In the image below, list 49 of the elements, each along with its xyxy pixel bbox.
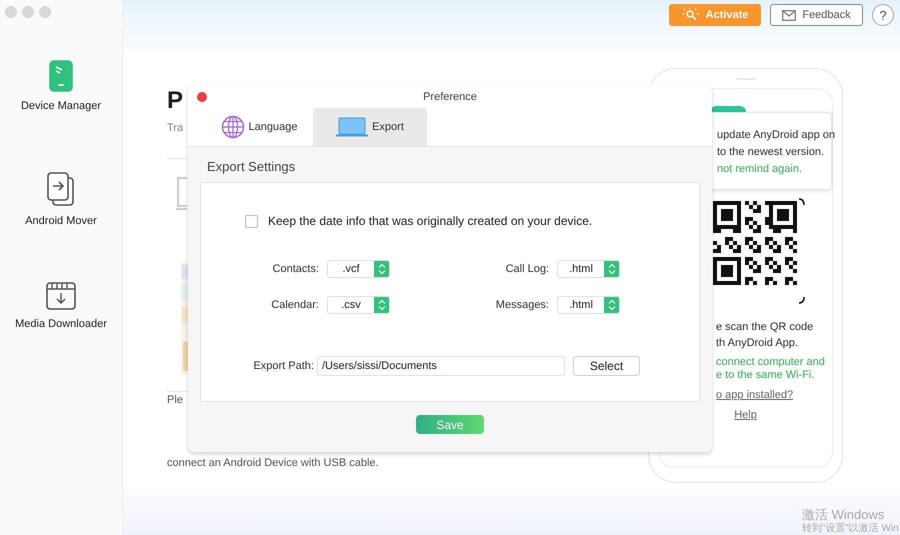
activation-notice: 转到“设置”以激活 Win bbox=[802, 523, 900, 535]
transfer-icon bbox=[45, 171, 77, 207]
format-label: Contacts: bbox=[272, 263, 319, 275]
phone-icon bbox=[49, 60, 73, 92]
hint-text: Ple bbox=[167, 393, 183, 408]
video-download-icon bbox=[46, 282, 76, 310]
mail-icon bbox=[782, 10, 796, 20]
instruction-text: th AnyDroid App. bbox=[716, 336, 798, 351]
select-button[interactable]: Select bbox=[573, 356, 640, 376]
instruction-text: e scan the QR code bbox=[716, 320, 814, 335]
no-app-link[interactable]: o app installed? bbox=[716, 389, 794, 401]
page-title: P bbox=[167, 86, 184, 116]
key-icon bbox=[682, 8, 700, 22]
format-dropdown[interactable]: .csv bbox=[327, 296, 390, 314]
hint-text: connect an Android Device with USB cable. bbox=[167, 456, 379, 471]
format-dropdown[interactable]: .html bbox=[557, 260, 620, 278]
wifi-note: e to the same Wi-Fi. bbox=[716, 369, 816, 382]
format-dropdown[interactable]: .vcf bbox=[327, 260, 390, 278]
globe-icon bbox=[220, 115, 245, 139]
feedback-button[interactable]: Feedback bbox=[770, 4, 863, 26]
section-title: Export Settings bbox=[206, 158, 296, 175]
window-control[interactable] bbox=[5, 6, 17, 18]
dialog-title: Preference bbox=[423, 90, 477, 102]
export-path-field[interactable]: /Users/sissi/Documents bbox=[317, 356, 565, 376]
stepper-icon bbox=[608, 299, 616, 311]
wifi-note: connect computer and bbox=[716, 356, 825, 369]
tab[interactable]: Language bbox=[205, 108, 313, 146]
stepper-icon bbox=[378, 299, 386, 311]
export-path-label: Export Path: bbox=[252, 360, 314, 372]
sidebar-item[interactable]: Device Manager bbox=[1, 60, 121, 171]
tab[interactable]: Export bbox=[313, 108, 427, 146]
stepper-icon bbox=[378, 263, 386, 275]
window-control[interactable] bbox=[22, 6, 34, 18]
help-button[interactable]: ? bbox=[872, 4, 894, 26]
format-label: Messages: bbox=[496, 299, 549, 311]
checkbox-label: Keep the date info that was originally created on your device. bbox=[268, 214, 592, 228]
sidebar-item[interactable]: Android Mover bbox=[1, 171, 121, 282]
format-dropdown[interactable]: .html bbox=[557, 296, 620, 314]
sidebar-item[interactable]: Media Downloader bbox=[1, 282, 121, 393]
page-subtitle: Tra bbox=[167, 122, 184, 134]
activation-notice: 激活 Windows bbox=[802, 507, 886, 522]
checkbox[interactable] bbox=[245, 214, 258, 228]
format-label: Calendar: bbox=[271, 299, 319, 311]
close-button[interactable] bbox=[197, 92, 207, 102]
window-control[interactable] bbox=[39, 6, 51, 18]
help-link[interactable]: Help bbox=[734, 409, 757, 421]
format-label: Call Log: bbox=[506, 263, 549, 275]
tooltip-text: to the newest version. bbox=[717, 145, 826, 160]
stepper-icon bbox=[608, 263, 616, 275]
